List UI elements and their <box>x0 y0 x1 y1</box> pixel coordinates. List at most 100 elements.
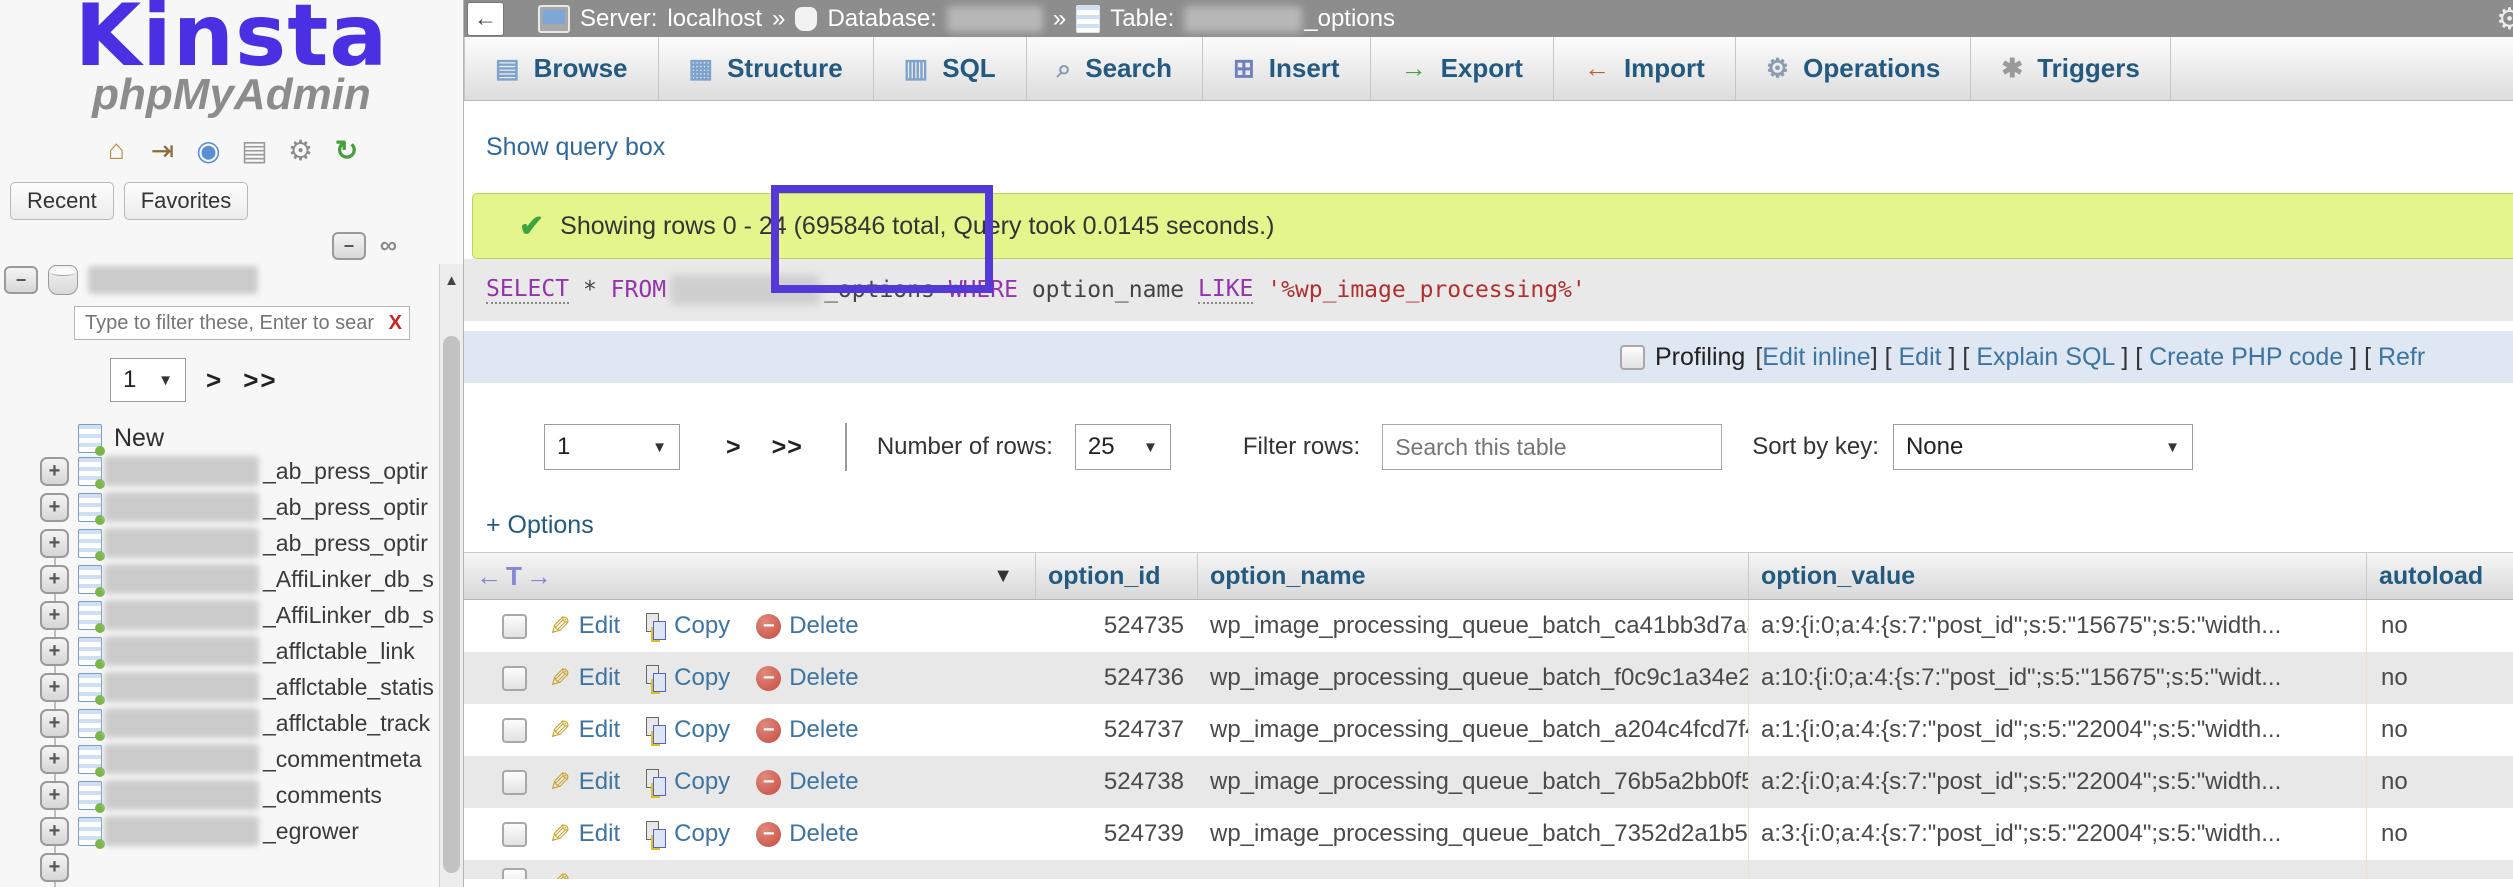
sort-label: Sort by key: <box>1752 433 1879 461</box>
tree-table-item[interactable]: +_ab_press_optir <box>0 453 440 489</box>
breadcrumb-table-label[interactable]: Table: <box>1110 5 1174 33</box>
delete-link[interactable]: −Delete <box>756 664 858 692</box>
tab-insert[interactable]: ⊞Insert <box>1203 37 1371 100</box>
column-header-option-value[interactable]: option_value <box>1749 553 2367 599</box>
collapse-all-icon[interactable]: − <box>332 232 366 260</box>
link-panel-icon[interactable]: ∞ <box>380 232 397 260</box>
expand-icon[interactable]: + <box>40 817 69 846</box>
column-header-option-name[interactable]: option_name <box>1198 553 1749 599</box>
edit-link[interactable]: ✎Edit <box>549 611 620 642</box>
tab-operations[interactable]: ⚙Operations <box>1736 37 1972 100</box>
table-search-input[interactable] <box>1382 424 1722 470</box>
tab-sql[interactable]: ▥SQL <box>874 37 1027 100</box>
tab-browse[interactable]: ▤Browse <box>464 37 659 100</box>
tab-export[interactable]: →Export <box>1371 37 1554 100</box>
tab-structure[interactable]: ▦Structure <box>659 37 874 100</box>
tab-favorites[interactable]: Favorites <box>124 182 248 220</box>
copy-link[interactable]: Copy <box>646 612 730 640</box>
tree-table-item[interactable]: +_commentmeta <box>0 741 440 777</box>
server-node[interactable]: − <box>4 262 440 298</box>
profiling-link[interactable]: Edit inline <box>1762 343 1870 371</box>
profiling-link[interactable]: Explain SQL <box>1976 343 2114 371</box>
tree-table-item[interactable]: +_ab_press_optir <box>0 525 440 561</box>
show-query-box-link[interactable]: Show query box <box>486 133 665 162</box>
row-checkbox[interactable] <box>502 770 527 795</box>
filter-clear-icon[interactable]: X <box>389 312 402 335</box>
expand-icon[interactable]: + <box>40 457 69 486</box>
sort-select[interactable]: None ▼ <box>1893 424 2193 470</box>
home-icon[interactable]: ⌂ <box>101 134 133 166</box>
delete-link[interactable]: −Delete <box>756 612 858 640</box>
profiling-link[interactable]: Refr <box>2378 343 2425 371</box>
server-collapse-icon[interactable]: − <box>4 266 38 294</box>
copy-link[interactable]: Copy <box>646 768 730 796</box>
expand-icon[interactable]: + <box>40 493 69 522</box>
page-last-link[interactable]: >> <box>772 433 803 462</box>
sidebar-scrollbar[interactable]: ▲ <box>439 264 463 887</box>
tree-table-item[interactable]: +_afflctable_track <box>0 705 440 741</box>
options-toggle-link[interactable]: + Options <box>486 511 594 540</box>
row-checkbox[interactable] <box>502 718 527 743</box>
expand-icon[interactable]: + <box>40 745 69 774</box>
back-button[interactable]: ← <box>467 2 504 36</box>
tree-filter-input[interactable] <box>74 306 410 340</box>
column-move-icon[interactable]: ←T→ <box>476 561 556 592</box>
copy-link[interactable]: Copy <box>646 820 730 848</box>
page-next-link[interactable]: > <box>726 433 742 462</box>
tree-page-last[interactable]: >> <box>243 365 277 396</box>
tab-import[interactable]: ←Import <box>1554 37 1736 100</box>
profiling-checkbox[interactable] <box>1620 345 1645 370</box>
tree-table-item[interactable]: +_AffiLinker_db_s <box>0 561 440 597</box>
delete-link[interactable]: −Delete <box>756 716 858 744</box>
edit-link[interactable]: ✎Edit <box>549 715 620 746</box>
profiling-link[interactable]: Edit <box>1898 343 1941 371</box>
sort-caret-icon[interactable]: ▼ <box>993 565 1013 588</box>
delete-link[interactable]: −Delete <box>756 768 858 796</box>
tree-page-next[interactable]: > <box>206 365 223 396</box>
scroll-up-icon[interactable]: ▲ <box>440 272 463 289</box>
gear-icon[interactable]: ⚙ <box>2496 2 2513 37</box>
expand-icon[interactable]: + <box>40 709 69 738</box>
column-header-option-id[interactable]: option_id <box>1036 553 1198 599</box>
tree-table-item[interactable]: +_AffiLinker_db_s <box>0 597 440 633</box>
row-checkbox[interactable] <box>502 822 527 847</box>
copy-link[interactable]: Copy <box>646 716 730 744</box>
tab-recent[interactable]: Recent <box>10 182 114 220</box>
row-checkbox[interactable] <box>502 868 527 879</box>
expand-icon[interactable]: + <box>40 601 69 630</box>
edit-link[interactable]: ✎Edit <box>549 663 620 694</box>
copy-link[interactable]: Copy <box>646 664 730 692</box>
tab-search[interactable]: ⌕Search <box>1027 37 1203 100</box>
tree-item-new[interactable]: New <box>78 424 440 453</box>
expand-icon[interactable]: + <box>40 529 69 558</box>
rows-select[interactable]: 25 ▼ <box>1075 424 1171 470</box>
wiki-icon[interactable]: ▤ <box>239 134 271 166</box>
scrollbar-thumb[interactable] <box>443 336 460 873</box>
logout-icon[interactable]: ⇥ <box>147 134 179 166</box>
tree-table-item[interactable]: +_comments <box>0 777 440 813</box>
breadcrumb-server-value[interactable]: localhost <box>667 5 762 33</box>
breadcrumb-database-label[interactable]: Database: <box>827 5 936 33</box>
profiling-link[interactable]: Create PHP code <box>2149 343 2343 371</box>
tree-table-item[interactable]: +_afflctable_statis <box>0 669 440 705</box>
tab-triggers[interactable]: ✱Triggers <box>1971 37 2170 100</box>
expand-icon[interactable]: + <box>40 781 69 810</box>
tree-page-select[interactable]: 1 ▼ <box>110 358 186 402</box>
settings-icon[interactable]: ⚙ <box>285 134 317 166</box>
column-header-autoload[interactable]: autoload <box>2367 553 2513 599</box>
row-checkbox[interactable] <box>502 666 527 691</box>
tree-table-item[interactable]: +_egrower <box>0 813 440 849</box>
tree-table-item[interactable]: +_afflctable_link <box>0 633 440 669</box>
page-select[interactable]: 1 ▼ <box>544 424 680 470</box>
expand-icon[interactable]: + <box>40 565 69 594</box>
expand-icon[interactable]: + <box>40 853 69 882</box>
expand-icon[interactable]: + <box>40 673 69 702</box>
row-checkbox[interactable] <box>502 614 527 639</box>
reload-icon[interactable]: ↻ <box>331 134 363 166</box>
tree-table-item[interactable]: +_ab_press_optir <box>0 489 440 525</box>
expand-icon[interactable]: + <box>40 637 69 666</box>
docs-icon[interactable]: ◉ <box>193 134 225 166</box>
delete-link[interactable]: −Delete <box>756 820 858 848</box>
edit-link[interactable]: ✎Edit <box>549 767 620 798</box>
edit-link[interactable]: ✎Edit <box>549 819 620 850</box>
